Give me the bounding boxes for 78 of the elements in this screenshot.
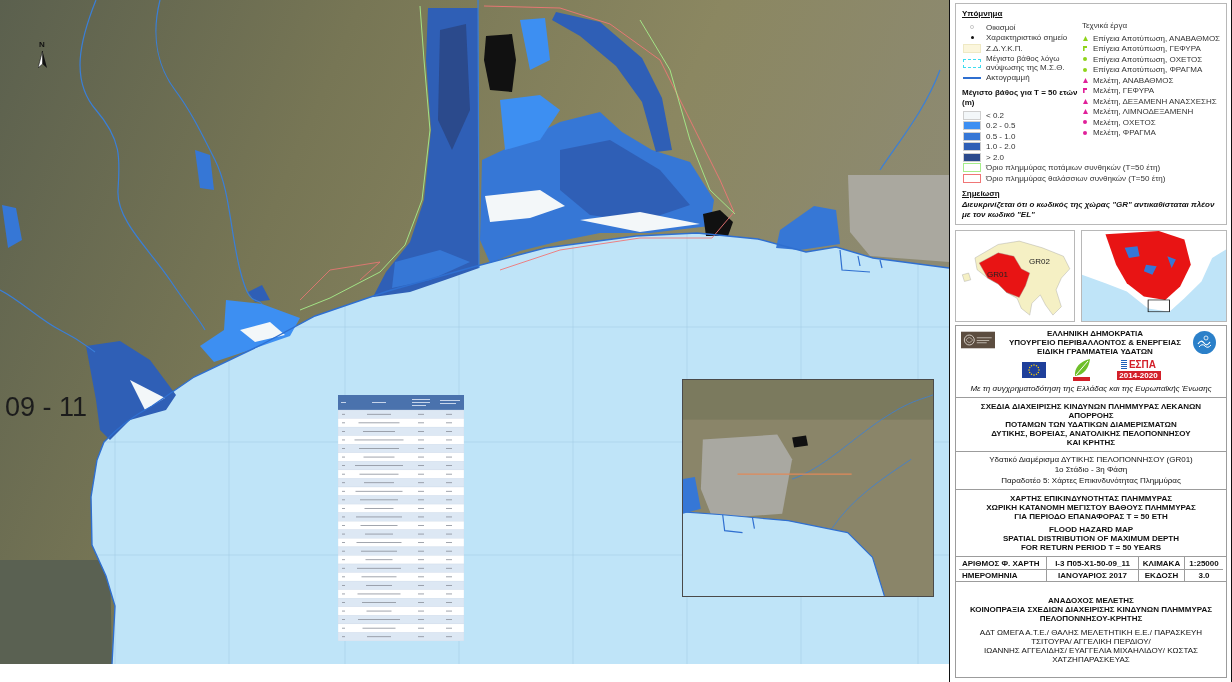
project-title-line: ΣΧΕΔΙΑ ΔΙΑΧΕΙΡΙΣΗΣ ΚΙΝΔΥΝΩΝ ΠΛΗΜΜΥΡΑΣ ΛΕΚΑΝΩΝ ΑΠΟΡΡΟΗΣ <box>979 401 1203 420</box>
legend-label: Οικισμοί <box>986 22 1016 32</box>
contractor-line: ΑΝΑΔΟΧΟΣ ΜΕΛΕΤΗΣ <box>1048 595 1134 605</box>
legend-title: Υπόμνημα <box>962 9 1003 19</box>
value-cell-text: 1:25000 <box>1188 557 1220 569</box>
legend-label: Μελέτη, ΓΕΦΥΡΑ <box>1093 86 1155 96</box>
legend-label: Επίγεια Αποτύπωση, ΟΧΕΤΟΣ <box>1093 54 1203 64</box>
phase-line: Υδατικό Διαμέρισμα ΔΥΤΙΚΗΣ ΠΕΛΟΠΟΝΝΗΣΟΥ (GR01) <box>989 454 1193 465</box>
legend-label: Όριο πλημμύρας ποτάμιων συνθηκών (Τ=50 έτη) <box>986 163 1161 173</box>
flood-zone <box>195 150 214 190</box>
value-cell: ΙΑΝΟΥΑΡΙΟΣ 2017 <box>1047 569 1139 581</box>
authority-line: ΕΛΛΗΝΙΚΗ ΔΗΜΟΚΡΑΤΙΑ <box>1046 328 1144 338</box>
legend-label: Μελέτη, ΛΙΜΝΟΔΕΞΑΜΕΝΗ <box>1093 107 1194 117</box>
value-cell: I-3 Π05-X1-50-09_11 <box>1047 557 1139 569</box>
legend-label: Επίγεια Αποτύπωση, ΓΕΦΥΡΑ <box>1093 44 1201 54</box>
legend-label: Επίγεια Αποτύπωση, ΦΡΑΓΜΑ <box>1093 65 1203 75</box>
legend-label: Ακτογραμμή <box>986 73 1030 83</box>
map-title-line: ΧΩΡΙΚΗ ΚΑΤΑΝΟΜΗ ΜΕΓΙΣΤΟΥ ΒΑΘΟΥΣ ΠΛΗΜΜΥΡΑΣ <box>986 503 1196 512</box>
north-label: N <box>39 40 45 49</box>
cofunding-note: Με τη συγχρηματοδότηση της Ελλάδας και της Ευρωπαϊκής Ένωσης <box>970 383 1212 394</box>
flood-zone <box>2 205 22 248</box>
north-arrow-icon <box>38 51 47 68</box>
emblem-logo-icon <box>961 330 995 349</box>
contractor-line: ΚΟΙΝΟΠΡΑΞΙΑ ΣΧΕΔΙΩΝ ΔΙΑΧΕΙΡΙΣΗΣ ΚΙΝΔΥΝΩΝ ΠΛΗΜΜΥΡΑΣ <box>969 604 1213 614</box>
authority-line: ΥΠΟΥΡΓΕΙΟ ΠΕΡΙΒΑΛΛΟΝΤΟΣ & ΕΝΕΡΓΕΙΑΣ <box>1009 337 1181 347</box>
label-cell: ΕΚΔΟΣΗ <box>1139 569 1185 581</box>
members-line: ΙΩΑΝΝΗΣ ΑΓΓΕΛΙΔΗΣ/ ΕΥΑΓΓΕΛΙΑ ΜΙΧΑΗΛΙΔΟΥ/ ΚΩΣΤΑΣ ΧΑΤΖΗΠΑΡΑΣΚΕΥΑΣ <box>982 645 1200 664</box>
legend-label: 0.2 - 0.5 <box>986 121 1016 131</box>
legend-label: 0.5 - 1.0 <box>986 131 1016 141</box>
legend-label: < 0.2 <box>986 110 1004 120</box>
legend-label: Χαρακτηριστικό σημείο <box>986 33 1068 43</box>
legend-label: Όριο πλημμύρας θαλάσσιων συνθηκών (Τ=50 έτη) <box>986 173 1166 183</box>
eu-flag-icon <box>1021 361 1046 378</box>
pier-line <box>839 249 883 273</box>
dark-area <box>703 210 733 236</box>
legend-label: Επίγεια Αποτύπωση, ΑΝΑΒΑΘΜΟΣ <box>1093 33 1221 43</box>
project-title-line: ΚΑΙ ΚΡΗΤΗΣ <box>1066 437 1116 447</box>
label-cell: ΑΡΙΘΜΟΣ Φ. ΧΑΡΤΗ <box>959 557 1047 569</box>
members-line: ΑΔΤ ΩΜΕΓΑ Α.Τ.Ε./ ΘΑΛΗΣ ΜΕΛΕΤΗΤΙΚΗ Ε.Ε./ ΠΑΡΑΣΚΕΥΗ ΤΣΙΤΟΥΡΑ/ ΑΓΓΕΛΙΚΗ ΠΕΡΔΙΟΥ/ <box>978 627 1204 646</box>
logo-years: 2014-2020 <box>1116 371 1161 380</box>
legend-heading: Τεχνικά έργα <box>1082 21 1128 31</box>
note-text: Διευκρινίζεται ότι ο κωδικός της χώρας "GR" αντικαθίσταται πλέον με τον κωδικό "EL" <box>962 199 1216 220</box>
sheet-number: 09 - 11 <box>5 392 88 422</box>
region-label: GR01 <box>987 269 1008 279</box>
logo-text: ΕΣΠΑ <box>1128 359 1157 370</box>
project-title-line: ΔΥΤΙΚΗΣ, ΒΟΡΕΙΑΣ, ΑΝΑΤΟΛΙΚΗΣ ΠΕΛΟΠΟΝΝΗΣΟΥ <box>991 428 1191 438</box>
phase-line: 1ο Στάδιο - 3η Φάση <box>1054 465 1128 476</box>
map-title-line: FOR RETURN PERIOD T = 50 YEARS <box>1020 543 1162 552</box>
contractor-line: ΠΕΛΟΠΟΝΝΗΣΟΥ-ΚΡΗΤΗΣ <box>1039 613 1143 623</box>
phase-line: Παραδοτέο 5: Χάρτες Επικινδυνότητας Πλημμύρας <box>1001 475 1181 486</box>
region-label: GR02 <box>1029 256 1050 266</box>
map-title-line: SPATIAL DISTRIBUTION OF MAXIMUM DEPTH <box>1003 534 1179 543</box>
flood-zone <box>520 18 550 70</box>
water-logo-icon <box>1193 330 1216 354</box>
legend-label: Μέγιστο βάθος λόγω ανύψωσης της Μ.Σ.Θ. <box>986 54 1066 72</box>
legend-label: Μελέτη, ΔΕΞΑΜΕΝΗ ΑΝΑΣΧΕΣΗΣ <box>1093 96 1217 106</box>
dark-area <box>484 34 516 92</box>
map-title-line: ΓΙΑ ΠΕΡΙΟΔΟ ΕΠΑΝΑΦΟΡΑΣ Τ = 50 ΕΤΗ <box>1014 512 1168 521</box>
legend-label: Μελέτη, ΟΧΕΤΟΣ <box>1093 117 1156 127</box>
legend-label: > 2.0 <box>986 152 1004 162</box>
dot-icon <box>970 36 974 40</box>
value-cell: 3.0 <box>1185 569 1223 581</box>
leaf-logo-icon <box>1071 358 1091 381</box>
hollow-dot-icon <box>970 25 974 30</box>
note-title: Σημείωση <box>962 188 1000 199</box>
legend-label: Ζ.Δ.Υ.Κ.Π. <box>986 43 1023 53</box>
legend-label: Μελέτη, ΑΝΑΒΑΘΜΟΣ <box>1093 75 1174 85</box>
project-title-line: ΠΟΤΑΜΩΝ ΤΩΝ ΥΔΑΤΙΚΩΝ ΔΙΑΜΕΡΙΣΜΑΤΩΝ <box>1005 419 1177 429</box>
map-title-line: ΧΑΡΤΗΣ ΕΠΙΚΙΝΔΥΝΟΤΗΤΑΣ ΠΛΗΜΜΥΡΑΣ <box>1009 494 1173 503</box>
label-cell: ΗΜΕΡΟΜΗΝΙΑ <box>959 569 1047 581</box>
flood-zone <box>776 206 840 250</box>
label-cell: ΚΛΙΜΑΚΑ <box>1139 557 1185 569</box>
map-title-line: FLOOD HAZARD MAP <box>1049 525 1133 534</box>
striped-flag-icon <box>1120 360 1127 369</box>
authority-line: ΕΙΔΙΚΗ ΓΡΑΜΜΑΤΕΙΑ ΥΔΑΤΩΝ <box>1037 346 1153 356</box>
legend-label: Μελέτη, ΦΡΑΓΜΑ <box>1093 128 1156 138</box>
legend-heading: Μέγιστο βάθος για Τ = 50 ετών (m) <box>962 88 1079 108</box>
legend-label: 1.0 - 2.0 <box>986 142 1016 152</box>
